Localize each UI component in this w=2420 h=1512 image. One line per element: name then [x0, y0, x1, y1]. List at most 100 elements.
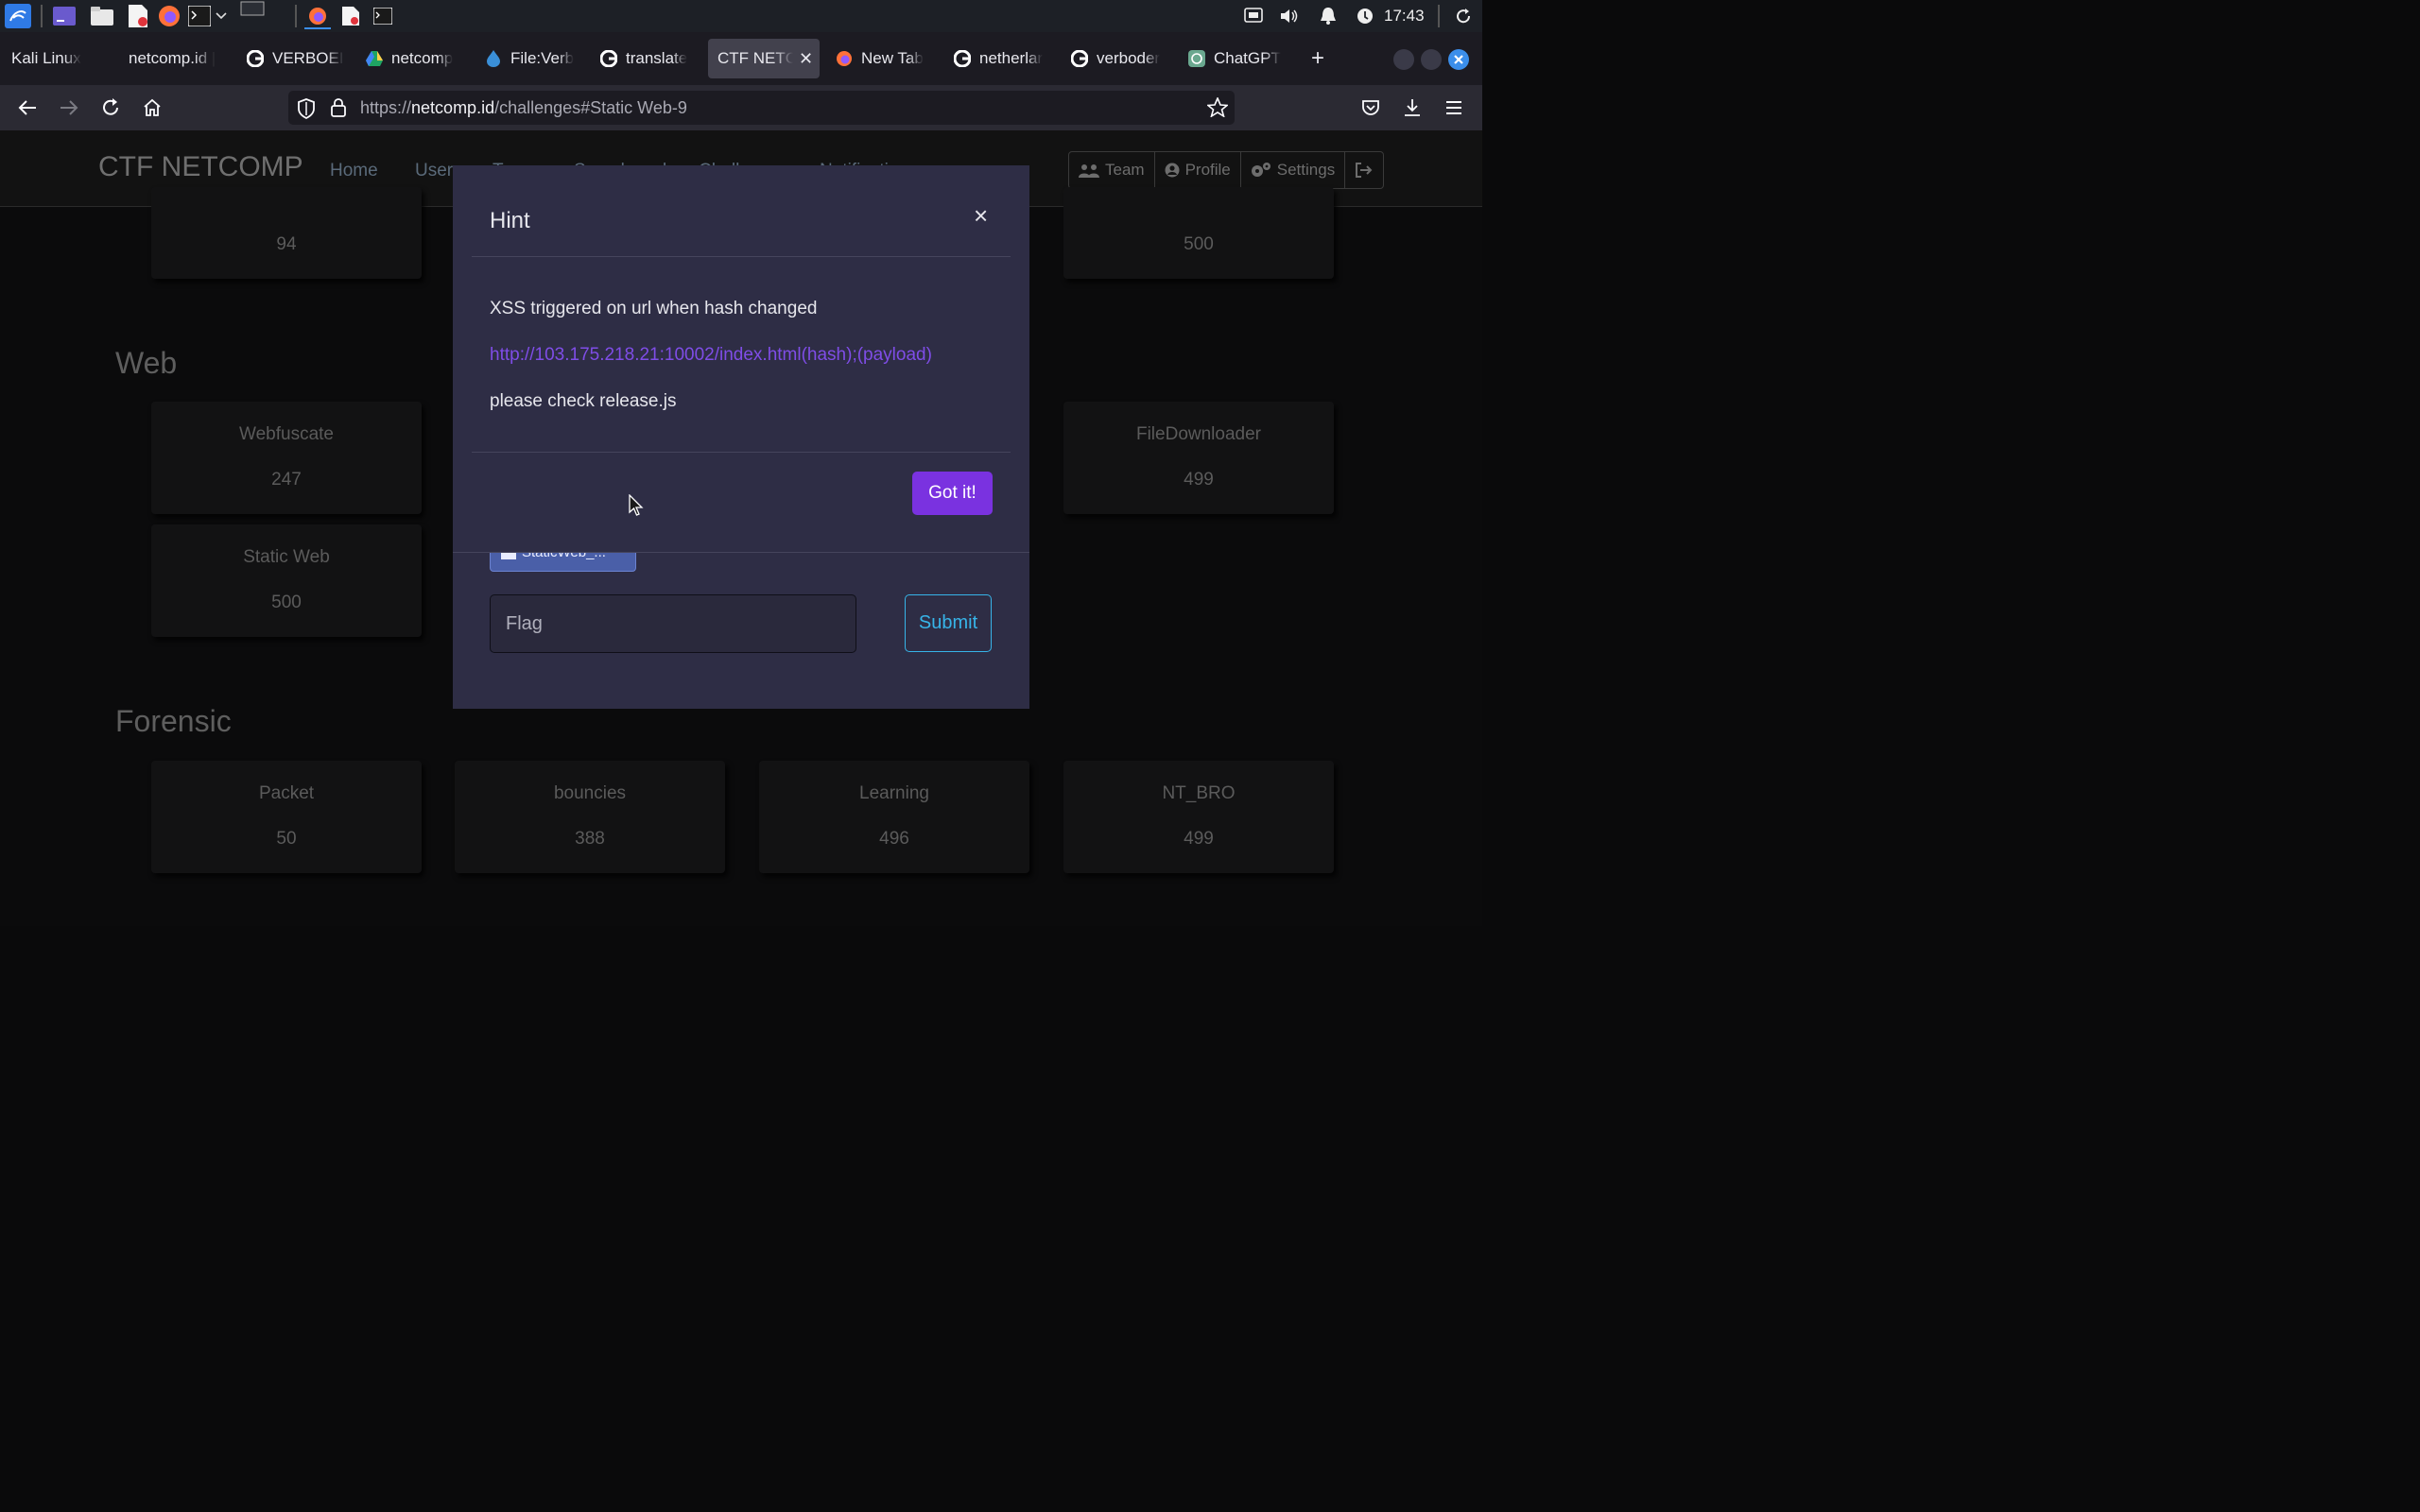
tab-netcomp-home[interactable]: netcomp.id |	[129, 39, 227, 78]
downloads-button[interactable]	[1399, 94, 1426, 121]
tab-wiki-file[interactable]: File:Verb	[484, 39, 582, 78]
url-prefix: https://	[360, 98, 412, 117]
volume-icon[interactable]	[1278, 5, 1301, 27]
workspace-switcher-icon[interactable]	[240, 0, 265, 17]
firefox-window-icon[interactable]	[304, 5, 331, 29]
challenge-name: Learning	[859, 783, 929, 803]
challenge-card-filedownloader[interactable]: FileDownloader 499	[1063, 402, 1334, 514]
challenge-card-learning[interactable]: Learning 496	[759, 761, 1029, 873]
back-arrow-icon	[18, 100, 36, 115]
challenge-file-button[interactable]: StaticWeb_...	[490, 552, 636, 572]
tab-google-verboden[interactable]: VERBOEI	[246, 39, 344, 78]
tab-google-netherlands[interactable]: netherlar	[953, 39, 1051, 78]
profile-button-label: Profile	[1184, 161, 1231, 179]
hamburger-menu-icon	[1446, 101, 1461, 114]
hint-footer-divider	[472, 452, 1011, 453]
terminal-window-icon[interactable]	[372, 5, 393, 27]
chevron-down-icon[interactable]	[214, 5, 229, 27]
bookmark-star-icon[interactable]	[1205, 95, 1230, 122]
settings-button[interactable]: Settings	[1241, 152, 1346, 188]
home-button[interactable]	[139, 94, 165, 121]
challenge-card[interactable]: 500	[1063, 187, 1334, 279]
url-text[interactable]: https://netcomp.id/challenges#Static Web…	[360, 98, 687, 118]
file-chip-label: StaticWeb_...	[522, 552, 606, 560]
team-button-label: Team	[1105, 161, 1145, 179]
tab-label: netherlar	[979, 49, 1044, 67]
submit-flag-button[interactable]: Submit	[905, 594, 992, 652]
hint-title: Hint	[490, 208, 530, 233]
text-editor-icon[interactable]	[127, 5, 149, 27]
close-window-button[interactable]	[1448, 49, 1469, 70]
hint-text-line: please check release.js	[490, 391, 677, 411]
got-it-button[interactable]: Got it!	[912, 472, 993, 515]
workspace-icon[interactable]	[52, 5, 77, 27]
tab-close-icon[interactable]: ✕	[799, 49, 813, 69]
tab-google-translate[interactable]: translate	[599, 39, 698, 78]
tab-new-tab[interactable]: New Tab	[835, 39, 939, 78]
power-icon[interactable]	[1354, 5, 1376, 27]
maximize-window-button[interactable]	[1421, 49, 1442, 70]
hint-text-line: XSS triggered on url when hash changed	[490, 299, 818, 318]
file-download-icon	[501, 552, 516, 559]
mouse-cursor-icon	[629, 493, 644, 522]
refresh-icon[interactable]	[1452, 5, 1475, 27]
logout-button[interactable]	[1345, 152, 1383, 188]
challenge-points: 50	[276, 829, 297, 849]
challenge-card-static-web[interactable]: Static Web 500	[151, 524, 422, 637]
lock-icon[interactable]	[330, 97, 347, 123]
tracking-protection-shield-icon[interactable]	[297, 98, 316, 124]
challenge-points: 496	[879, 829, 909, 849]
tab-label: VERBOEI	[272, 49, 344, 67]
app-menu-button[interactable]	[1441, 94, 1467, 121]
flag-input[interactable]	[490, 594, 856, 653]
new-tab-button[interactable]: +	[1306, 39, 1329, 78]
tab-chatgpt[interactable]: ChatGPT	[1187, 39, 1286, 78]
minimize-window-button[interactable]	[1393, 49, 1414, 70]
user-button-group: Team Profile Settings	[1068, 151, 1385, 189]
challenge-card-webfuscate[interactable]: Webfuscate 247	[151, 402, 422, 514]
challenge-name: Packet	[258, 783, 315, 803]
pocket-button[interactable]	[1357, 94, 1384, 121]
pocket-icon	[1362, 100, 1379, 115]
panel-clock[interactable]: 17:43	[1384, 7, 1425, 26]
firefox-favicon	[835, 49, 854, 68]
network-icon[interactable]	[1242, 5, 1265, 27]
team-button[interactable]: Team	[1069, 152, 1155, 188]
hint-link[interactable]: http://103.175.218.21:10002/index.html(h…	[490, 345, 932, 365]
challenge-card-nt-bro[interactable]: NT_BRO 499	[1063, 761, 1334, 873]
tab-drive-netcomp[interactable]: netcomp	[365, 39, 463, 78]
notifications-icon[interactable]	[1317, 5, 1340, 27]
site-brand[interactable]: CTF NETCOMP	[98, 151, 303, 183]
challenge-name: bouncies	[553, 783, 627, 803]
challenge-card[interactable]: 94	[151, 187, 422, 279]
terminal-icon[interactable]	[187, 5, 212, 27]
drive-favicon	[365, 49, 384, 68]
tab-label: netcomp	[391, 49, 454, 67]
tab-google-verboden-2[interactable]: verboder	[1070, 39, 1168, 78]
close-icon	[1454, 55, 1463, 64]
hint-close-button[interactable]: ×	[974, 202, 988, 229]
file-manager-icon[interactable]	[90, 5, 114, 27]
challenge-name: Static Web	[243, 547, 330, 567]
section-title-web: Web	[115, 346, 178, 380]
challenge-points: 388	[575, 829, 605, 849]
text-editor-window-icon[interactable]	[340, 5, 361, 27]
tab-label: Kali Linux	[11, 49, 81, 67]
challenge-name: FileDownloader	[1135, 424, 1261, 444]
challenge-card-packet[interactable]: Packet 50	[151, 761, 422, 873]
url-host: netcomp.id	[411, 98, 495, 117]
nav-link-home[interactable]: Home	[330, 161, 378, 181]
profile-button[interactable]: Profile	[1155, 152, 1241, 188]
challenge-card-bouncies[interactable]: bouncies 388	[455, 761, 725, 873]
home-icon	[144, 98, 161, 116]
reload-button[interactable]	[97, 94, 124, 121]
challenge-points: 247	[271, 470, 302, 490]
tab-kali-linux[interactable]: Kali Linux	[11, 39, 112, 78]
kali-menu-icon[interactable]	[4, 4, 32, 28]
forward-button[interactable]	[56, 94, 82, 121]
os-top-panel: 17:43	[0, 0, 1482, 32]
back-button[interactable]	[14, 94, 41, 121]
logout-icon	[1356, 163, 1373, 178]
tab-ctf-netcomp[interactable]: CTF NETC ✕	[708, 39, 820, 78]
firefox-icon[interactable]	[157, 5, 182, 27]
